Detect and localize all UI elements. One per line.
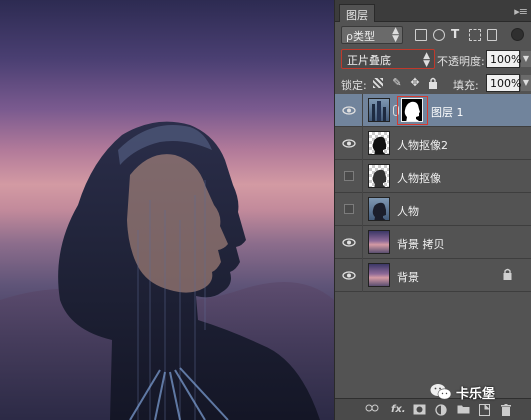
filter-row: ρ类型 ▲ ▼ T bbox=[335, 23, 531, 47]
fill-dropdown-icon[interactable]: ▼ bbox=[521, 75, 531, 91]
add-mask-icon[interactable] bbox=[413, 404, 426, 416]
layer-name[interactable]: 人物抠像 bbox=[397, 170, 441, 186]
column-divider bbox=[362, 259, 363, 292]
layer-lock-icon bbox=[503, 268, 512, 280]
photoshop-window: 图层 ▸≡ ρ类型 ▲ ▼ T 正片叠底 ▲ ▼ 不透明度: 100% ▼ 锁定… bbox=[0, 0, 531, 420]
blend-mode-label: 正片叠底 bbox=[347, 54, 391, 67]
opacity-dropdown-icon[interactable]: ▼ bbox=[521, 51, 531, 67]
layer-name[interactable]: 图层 1 bbox=[431, 104, 464, 120]
watermark: 卡乐堡 bbox=[430, 380, 495, 404]
new-layer-icon[interactable] bbox=[479, 404, 490, 416]
lock-all-icon[interactable] bbox=[427, 77, 439, 89]
tab-layers[interactable]: 图层 bbox=[339, 4, 375, 22]
filter-toggle-icon[interactable] bbox=[511, 28, 524, 41]
filter-adjustment-icon[interactable] bbox=[433, 29, 445, 41]
wechat-logo-icon bbox=[430, 384, 452, 400]
watermark-text: 卡乐堡 bbox=[456, 386, 496, 402]
opacity-input[interactable]: 100% bbox=[486, 50, 521, 68]
select-arrows-icon: ▲ ▼ bbox=[423, 51, 430, 69]
select-arrows-icon: ▲ ▼ bbox=[392, 26, 399, 44]
layer-thumbnail[interactable] bbox=[368, 164, 390, 188]
panel-tab-bar: 图层 ▸≡ bbox=[335, 0, 531, 22]
layers-panel: 图层 ▸≡ ρ类型 ▲ ▼ T 正片叠底 ▲ ▼ 不透明度: 100% ▼ 锁定… bbox=[334, 0, 531, 420]
column-divider bbox=[362, 193, 363, 226]
layer-name[interactable]: 背景 拷贝 bbox=[397, 236, 445, 252]
eye-icon[interactable] bbox=[342, 137, 356, 150]
lock-label: 锁定: bbox=[341, 79, 367, 92]
layer-thumbnail[interactable] bbox=[368, 197, 390, 221]
document-canvas[interactable] bbox=[0, 0, 334, 420]
column-divider bbox=[362, 160, 363, 193]
column-divider bbox=[362, 226, 363, 259]
link-layers-icon[interactable] bbox=[365, 404, 379, 416]
layer-row[interactable]: 人物 bbox=[335, 193, 531, 226]
column-divider bbox=[362, 94, 363, 127]
layer-row[interactable]: 人物抠像 bbox=[335, 160, 531, 193]
lock-pixels-brush-icon[interactable]: ✎ bbox=[391, 77, 403, 89]
layer-row[interactable]: 背景 拷贝 bbox=[335, 226, 531, 259]
layer-row[interactable]: 背景 bbox=[335, 259, 531, 292]
fill-label: 填充: bbox=[453, 79, 479, 92]
adjustment-layer-icon[interactable] bbox=[435, 404, 447, 416]
layer-mask-thumbnail[interactable] bbox=[401, 98, 423, 122]
fill-input[interactable]: 100% bbox=[486, 74, 521, 92]
lock-position-move-icon[interactable]: ✥ bbox=[409, 77, 421, 89]
blend-mode-select[interactable]: 正片叠底 ▲ ▼ bbox=[341, 49, 435, 69]
fx-button[interactable]: fx. bbox=[391, 404, 406, 416]
layer-thumbnail[interactable] bbox=[368, 230, 390, 254]
eye-icon[interactable] bbox=[342, 236, 356, 249]
panel-menu-icon[interactable]: ▸≡ bbox=[514, 5, 528, 18]
layers-list: 图层 1 人物抠像2 人物抠像 人物 背景 拷贝 背景 bbox=[335, 94, 531, 292]
visibility-off-box[interactable] bbox=[344, 171, 354, 181]
layer-thumbnail[interactable] bbox=[368, 131, 390, 155]
delete-layer-icon[interactable] bbox=[501, 404, 511, 416]
canvas-artwork bbox=[0, 121, 334, 420]
layer-name[interactable]: 人物抠像2 bbox=[397, 137, 448, 153]
filter-kind-label: ρ类型 bbox=[346, 30, 375, 43]
eye-icon[interactable] bbox=[342, 269, 356, 282]
opacity-label: 不透明度: bbox=[437, 55, 485, 68]
eye-icon[interactable] bbox=[342, 104, 356, 117]
filter-smart-object-icon[interactable] bbox=[487, 29, 497, 41]
lock-transparent-icon[interactable] bbox=[373, 78, 383, 88]
layer-name[interactable]: 人物 bbox=[397, 203, 419, 219]
column-divider bbox=[362, 127, 363, 160]
blend-row: 正片叠底 ▲ ▼ 不透明度: 100% ▼ bbox=[335, 47, 531, 71]
layer-thumbnail[interactable] bbox=[368, 263, 390, 287]
lock-row: 锁定: ✎ ✥ 填充: 100% ▼ bbox=[335, 71, 531, 95]
layer-row[interactable]: 人物抠像2 bbox=[335, 127, 531, 160]
layer-row[interactable]: 图层 1 bbox=[335, 94, 531, 127]
layer-name[interactable]: 背景 bbox=[397, 269, 419, 285]
new-group-icon[interactable] bbox=[457, 404, 470, 416]
visibility-off-box[interactable] bbox=[344, 204, 354, 214]
filter-shape-icon[interactable] bbox=[469, 29, 481, 41]
filter-type-icon[interactable]: T bbox=[451, 27, 463, 41]
filter-kind-select[interactable]: ρ类型 ▲ ▼ bbox=[341, 26, 403, 44]
layer-thumbnail[interactable] bbox=[368, 98, 390, 122]
filter-pixel-icon[interactable] bbox=[415, 29, 427, 41]
